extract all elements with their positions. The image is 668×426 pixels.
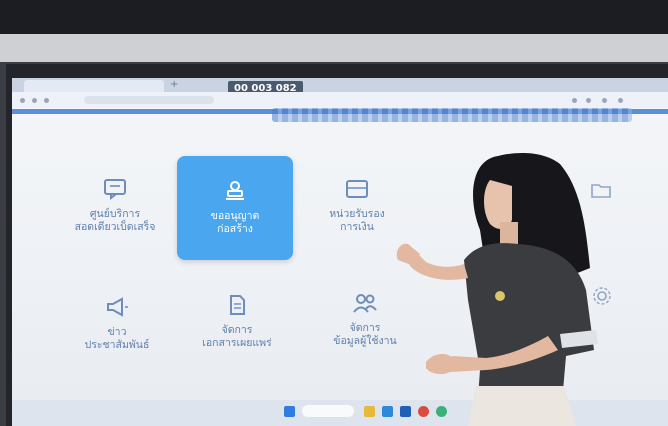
- tile-label: สอดเดียวเบ็ดเสร็จ: [74, 221, 156, 233]
- windows-start-icon[interactable]: [284, 406, 295, 417]
- megaphone-icon: [107, 297, 128, 317]
- extension-icon[interactable]: [586, 98, 591, 103]
- extension-icon[interactable]: [572, 98, 577, 103]
- tile-label: ข่าว: [107, 326, 127, 338]
- tile-construction-permit[interactable]: ขออนุญาต ก่อสร้าง: [177, 156, 293, 260]
- ceiling-strip: [0, 34, 668, 62]
- stamp-icon: [226, 181, 244, 200]
- tile-label: ขออนุญาต: [210, 210, 260, 222]
- tile-label: เอกสารเผยแพร่: [202, 337, 272, 349]
- profile-icon[interactable]: [602, 98, 607, 103]
- document-icon: [230, 295, 245, 315]
- page-heading: [272, 108, 632, 122]
- tile-documents[interactable]: จัดการ เอกสารเผยแพร่: [182, 294, 292, 350]
- reload-icon[interactable]: [44, 98, 49, 103]
- tile-one-stop-service[interactable]: ศูนย์บริการ สอดเดียวเบ็ดเสร็จ: [60, 178, 170, 234]
- chat-icon: [104, 179, 126, 200]
- search-box[interactable]: [302, 405, 354, 417]
- back-icon[interactable]: [20, 98, 25, 103]
- tile-label: ศูนย์บริการ: [89, 208, 141, 220]
- tile-label: ก่อสร้าง: [217, 223, 253, 235]
- tile-news[interactable]: ข่าว ประชาสัมพันธ์: [62, 296, 172, 352]
- files-icon[interactable]: [364, 406, 375, 417]
- inbox-icon: [346, 180, 368, 198]
- tile-label: ประชาสัมพันธ์: [84, 339, 150, 351]
- menu-icon[interactable]: [618, 98, 623, 103]
- users-icon: [353, 294, 377, 313]
- address-field[interactable]: [84, 96, 214, 104]
- tile-label: จัดการ: [221, 324, 253, 336]
- presenter-person: [396, 153, 598, 426]
- browser-tab[interactable]: [24, 80, 164, 92]
- forward-icon[interactable]: [32, 98, 37, 103]
- new-tab-icon[interactable]: +: [170, 79, 178, 90]
